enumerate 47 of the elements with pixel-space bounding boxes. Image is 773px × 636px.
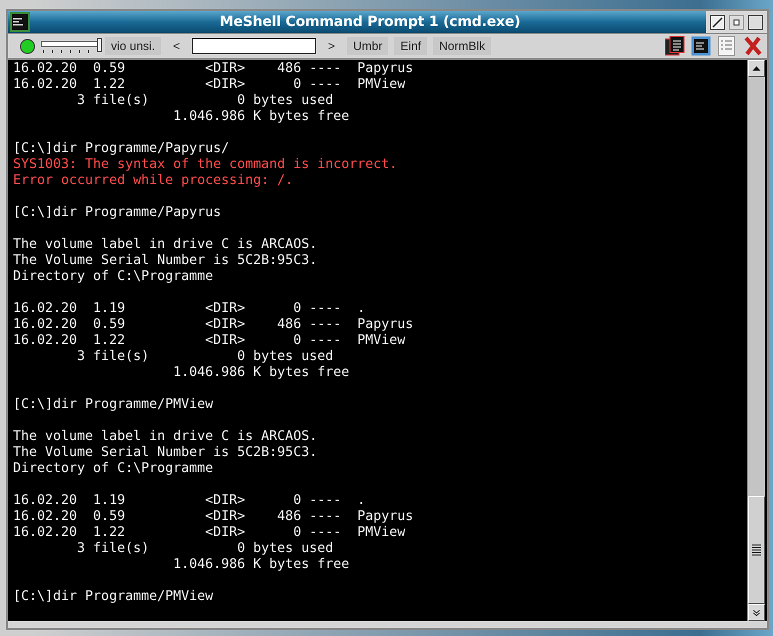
output-line: 16.02.20 1.22 <DIR> 0 ---- PMView [13, 333, 406, 348]
output-line: The volume label in drive C is ARCAOS. [13, 429, 318, 444]
output-line: Directory of C:\Programme [13, 269, 214, 284]
output-line: 16.02.20 0.59 <DIR> 486 ---- Papyrus [13, 509, 414, 524]
output-line: 3 file(s) 0 bytes used [76, 349, 334, 364]
windows-icon[interactable] [665, 36, 685, 56]
list-icon[interactable] [717, 36, 737, 56]
input-field[interactable] [192, 38, 316, 54]
output-line: 16.02.20 1.22 <DIR> 0 ---- PMView [13, 525, 406, 540]
close-icon[interactable] [743, 36, 763, 56]
error-line: Error occurred while processing: /. [13, 173, 294, 188]
output-line: 16.02.20 0.59 <DIR> 486 ---- Papyrus [13, 61, 414, 76]
output-line: [C:\]dir Programme/PMView [13, 589, 214, 604]
output-line: The volume label in drive C is ARCAOS. [13, 237, 318, 252]
window-title: MeShell Command Prompt 1 (cmd.exe) [218, 14, 522, 30]
output-line: The Volume Serial Number is 5C2B:95C3. [13, 445, 318, 460]
output-line: 1.046.986 K bytes free [172, 109, 350, 124]
scroll-thumb[interactable] [748, 496, 765, 604]
terminal-icon[interactable] [10, 12, 30, 32]
slider-thumb[interactable] [97, 38, 102, 52]
output-line: [C:\]dir Programme/Papyrus/ [13, 141, 230, 156]
output-line: [C:\]dir Programme/PMView [13, 397, 214, 412]
output-line: 16.02.20 1.22 <DIR> 0 ---- PMView [13, 77, 406, 92]
scroll-down-icon[interactable] [748, 604, 765, 621]
output-line: The Volume Serial Number is 5C2B:95C3. [13, 253, 318, 268]
output-line: 16.02.20 1.19 <DIR> 0 ---- . [13, 301, 366, 316]
output-line: 16.02.20 0.59 <DIR> 486 ---- Papyrus [13, 317, 414, 332]
output-line: 16.02.20 1.19 <DIR> 0 ---- . [13, 493, 366, 508]
terminal-icon[interactable] [691, 36, 711, 56]
output-line: [C:\]dir Programme/Papyrus [13, 205, 222, 220]
minimize-icon[interactable] [729, 14, 744, 30]
output-line: 3 file(s) 0 bytes used [76, 93, 334, 108]
slider[interactable] [41, 38, 99, 54]
scroll-up-icon[interactable] [748, 60, 765, 77]
output-line: 1.046.986 K bytes free [172, 557, 350, 572]
toolbar-button[interactable]: Umbr [347, 37, 388, 55]
output-line: 3 file(s) 0 bytes used [76, 541, 334, 556]
grip-icon [752, 544, 761, 556]
output-line: Directory of C:\Programme [13, 461, 214, 476]
toolbar-button[interactable]: vio unsi. [105, 37, 162, 55]
output-line: 1.046.986 K bytes free [172, 365, 350, 380]
toolbar-button[interactable]: Einf [394, 37, 428, 55]
resize-icon[interactable] [710, 14, 725, 30]
scrollbar[interactable] [747, 60, 765, 621]
toolbar-button[interactable]: NormBlk [433, 37, 492, 55]
maximize-icon[interactable] [748, 14, 763, 30]
error-line: SYS1003: The syntax of the command is incorrect. [13, 157, 398, 172]
